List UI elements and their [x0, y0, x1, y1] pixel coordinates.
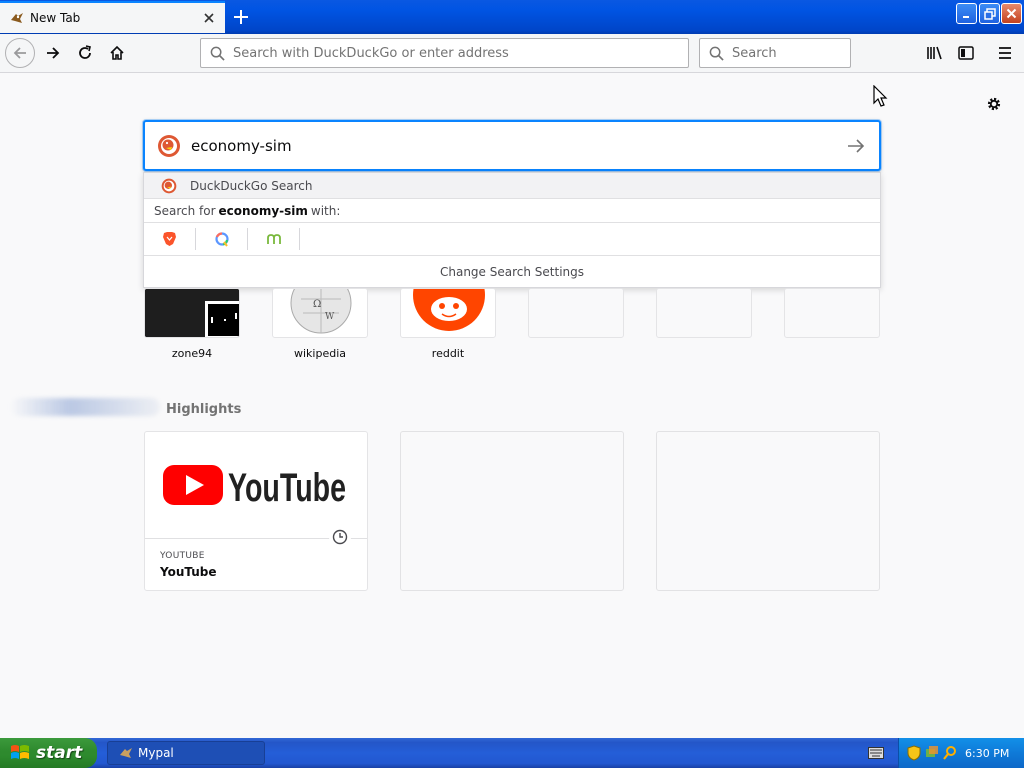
svg-text:Ω: Ω	[313, 299, 321, 310]
highlight-card-empty	[656, 431, 880, 591]
highlight-thumbnail: YouTube	[145, 432, 367, 548]
restore-button[interactable]	[979, 3, 1000, 24]
top-site-zone94[interactable]	[144, 288, 240, 338]
mouse-cursor-icon	[873, 85, 888, 107]
search-bar[interactable]: Search	[699, 38, 851, 68]
minimize-button[interactable]	[956, 3, 977, 24]
title-bar: New Tab	[0, 0, 1024, 34]
top-site-label: zone94	[171, 347, 213, 360]
top-site-label: wikipedia	[293, 347, 346, 360]
clock-icon	[329, 526, 351, 548]
svg-text:W: W	[325, 312, 335, 322]
search-for-prefix: Search for	[154, 203, 216, 218]
highlight-title: YouTube	[160, 565, 217, 579]
change-search-settings-button[interactable]: Change Search Settings	[144, 256, 880, 287]
windows-logo-icon	[11, 745, 29, 759]
top-site-wikipedia[interactable]: Ω W	[272, 288, 368, 338]
network-icon[interactable]	[925, 745, 939, 761]
top-site-empty	[528, 288, 624, 338]
library-icon	[927, 46, 942, 60]
newtab-search-input[interactable]: economy-sim	[143, 120, 881, 171]
highlight-card-youtube[interactable]: YouTube YOUTUBE YouTube	[144, 431, 368, 591]
address-bar[interactable]: Search with DuckDuckGo or enter address	[200, 38, 689, 68]
menu-button[interactable]	[991, 39, 1019, 67]
reload-button[interactable]	[71, 39, 99, 67]
qwant-icon	[214, 232, 229, 247]
highlight-card-empty	[400, 431, 624, 591]
engine-mojeek-button[interactable]	[248, 228, 300, 250]
tab-close-icon[interactable]	[199, 8, 219, 28]
suggestion-label: DuckDuckGo Search	[190, 178, 313, 193]
back-button[interactable]	[5, 38, 35, 68]
start-button[interactable]: start	[0, 738, 97, 768]
highlights-title[interactable]: Highlights	[166, 402, 241, 417]
home-icon	[110, 45, 124, 60]
search-for-suffix: with:	[310, 203, 341, 218]
youtube-logo: YouTube	[163, 465, 346, 507]
search-for-term: economy-sim	[218, 203, 308, 218]
top-site-label: reddit	[431, 347, 465, 360]
reload-icon	[79, 45, 91, 59]
brave-icon	[163, 232, 176, 246]
engine-brave-button[interactable]	[144, 228, 196, 250]
top-site-empty	[784, 288, 880, 338]
keyboard-icon[interactable]	[868, 747, 884, 759]
search-icon[interactable]	[943, 745, 957, 761]
sidebar-toggle-button[interactable]	[952, 39, 980, 67]
wikipedia-globe-icon: Ω W	[290, 289, 352, 334]
search-for-with-header: Search for economy-sim with:	[144, 199, 880, 223]
security-shield-icon[interactable]	[907, 745, 921, 761]
clock-time: 6:30 PM	[965, 746, 1010, 760]
zone94-thumbnail	[145, 289, 239, 337]
taskbar: start Mypal 6:30 PM	[0, 738, 1024, 768]
search-icon	[709, 46, 724, 61]
reddit-icon	[413, 289, 485, 331]
navigation-toolbar: Search with DuckDuckGo or enter address …	[0, 34, 1024, 73]
search-bar-placeholder: Search	[732, 45, 777, 61]
duckduckgo-icon	[161, 178, 177, 193]
youtube-logo-text: YouTube	[228, 466, 346, 507]
tab-title: New Tab	[30, 11, 81, 25]
library-button[interactable]	[921, 39, 949, 67]
arrow-left-icon	[13, 47, 26, 59]
duckduckgo-icon	[158, 134, 180, 157]
sidebar-icon	[958, 46, 974, 60]
start-label: start	[36, 743, 83, 763]
taskbar-item-mypal[interactable]: Mypal	[107, 741, 265, 765]
top-site-reddit[interactable]	[400, 288, 496, 338]
close-window-button[interactable]	[1001, 3, 1022, 24]
new-tab-plus-icon[interactable]	[228, 4, 254, 30]
arrow-right-icon[interactable]	[847, 138, 865, 154]
mypal-icon	[120, 748, 132, 758]
tab-new-tab[interactable]: New Tab	[0, 1, 225, 33]
search-icon	[210, 46, 225, 61]
suggestion-duckduckgo[interactable]: DuckDuckGo Search	[144, 173, 880, 199]
newtab-search-value: economy-sim	[191, 136, 292, 155]
address-bar-placeholder: Search with DuckDuckGo or enter address	[233, 45, 509, 61]
top-site-empty	[656, 288, 752, 338]
home-button[interactable]	[103, 39, 131, 67]
mypal-icon	[11, 13, 23, 23]
taskbar-item-label: Mypal	[138, 746, 174, 760]
system-tray: 6:30 PM	[898, 738, 1024, 768]
gear-icon[interactable]	[985, 95, 1003, 113]
forward-button[interactable]	[39, 39, 67, 67]
hamburger-menu-icon	[999, 47, 1011, 59]
highlight-host: YOUTUBE	[160, 551, 205, 561]
engine-qwant-button[interactable]	[196, 228, 248, 250]
one-off-engines	[144, 223, 880, 256]
highlights-collapse-hint	[10, 398, 160, 416]
search-suggestions-dropdown: DuckDuckGo Search Search for economy-sim…	[143, 172, 881, 288]
mojeek-icon	[266, 234, 281, 244]
arrow-right-icon	[47, 47, 60, 59]
